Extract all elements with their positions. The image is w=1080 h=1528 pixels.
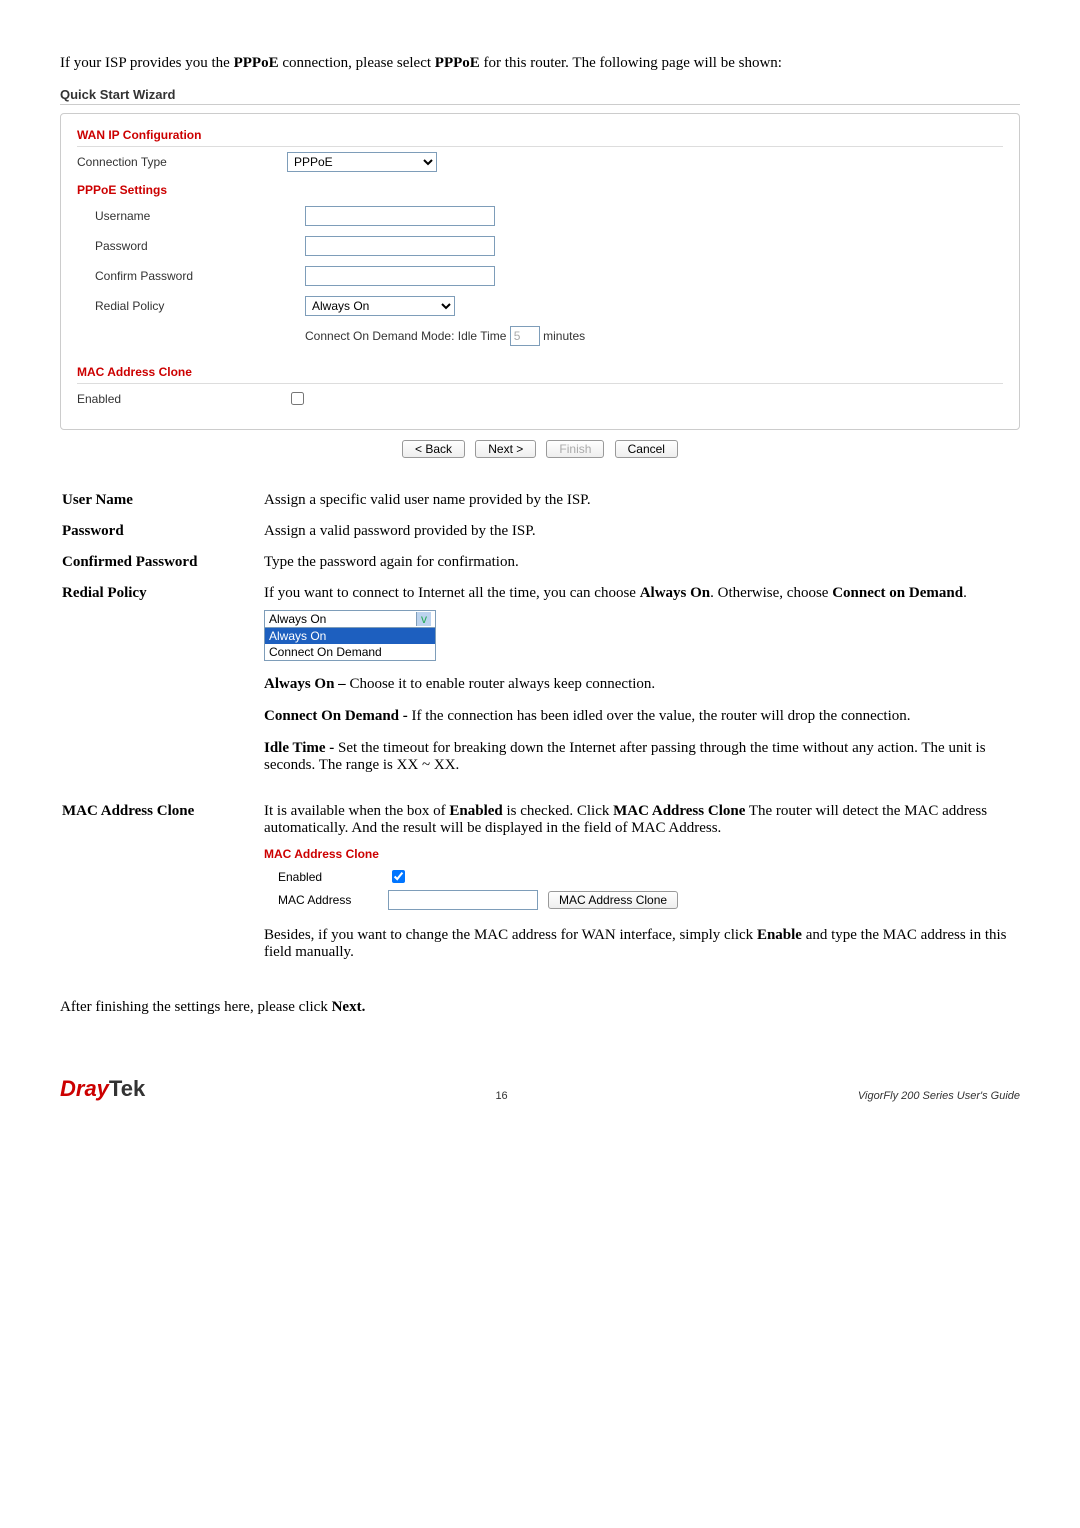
redial-policy-label: Redial Policy	[77, 299, 305, 313]
idle-time-row: Connect On Demand Mode: Idle Time minute…	[305, 326, 1003, 346]
mac-enabled-checkbox[interactable]	[392, 870, 405, 883]
next-button[interactable]: Next >	[475, 440, 536, 458]
chevron-down-icon: v	[416, 612, 431, 626]
back-button[interactable]: < Back	[402, 440, 465, 458]
wizard-box: WAN IP Configuration Connection Type PPP…	[60, 113, 1020, 430]
mac-address-clone-head: MAC Address Clone	[77, 359, 1003, 384]
enabled-label: Enabled	[77, 392, 287, 406]
desc-mac-address-clone: It is available when the box of Enabled …	[264, 797, 1018, 982]
idle-time-input	[510, 326, 540, 346]
mac-clone-illustration: MAC Address Clone Enabled MAC Address MA…	[264, 847, 1018, 912]
intro-paragraph: If your ISP provides you the PPPoE conne…	[60, 55, 1020, 72]
cancel-button[interactable]: Cancel	[615, 440, 678, 458]
pppoe-settings-head: PPPoE Settings	[77, 177, 1003, 201]
wan-ip-config-head: WAN IP Configuration	[77, 122, 1003, 147]
term-redial-policy: Redial Policy	[62, 579, 262, 795]
redial-options-illustration: Always On v Always On Connect On Demand	[264, 610, 436, 661]
term-confirmed-password: Confirmed Password	[62, 548, 262, 577]
definitions-table: User Name Assign a specific valid user n…	[60, 484, 1020, 984]
mac-address-clone-button[interactable]: MAC Address Clone	[548, 891, 678, 909]
desc-password: Assign a valid password provided by the …	[264, 517, 1018, 546]
connection-type-label: Connection Type	[77, 155, 287, 169]
finish-button: Finish	[546, 440, 604, 458]
desc-redial-policy: If you want to connect to Internet all t…	[264, 579, 1018, 795]
mac-address-input[interactable]	[388, 890, 538, 910]
confirm-password-label: Confirm Password	[77, 269, 305, 283]
connection-type-select[interactable]: PPPoE	[287, 152, 437, 172]
username-label: Username	[77, 209, 305, 223]
username-input[interactable]	[305, 206, 495, 226]
confirm-password-input[interactable]	[305, 266, 495, 286]
desc-username: Assign a specific valid user name provid…	[264, 486, 1018, 515]
guide-title: VigorFly 200 Series User's Guide	[858, 1090, 1020, 1102]
password-label: Password	[77, 239, 305, 253]
term-mac-address-clone: MAC Address Clone	[62, 797, 262, 982]
page-number: 16	[495, 1090, 507, 1102]
term-password: Password	[62, 517, 262, 546]
password-input[interactable]	[305, 236, 495, 256]
desc-confirmed-password: Type the password again for confirmation…	[264, 548, 1018, 577]
logo: DrayTek	[60, 1076, 145, 1102]
wizard-title: Quick Start Wizard	[60, 87, 1020, 102]
enabled-checkbox[interactable]	[291, 392, 304, 405]
closing-paragraph: After finishing the settings here, pleas…	[60, 999, 1020, 1016]
page-footer: DrayTek 16 VigorFly 200 Series User's Gu…	[60, 1076, 1020, 1102]
term-username: User Name	[62, 486, 262, 515]
redial-policy-select[interactable]: Always On	[305, 296, 455, 316]
